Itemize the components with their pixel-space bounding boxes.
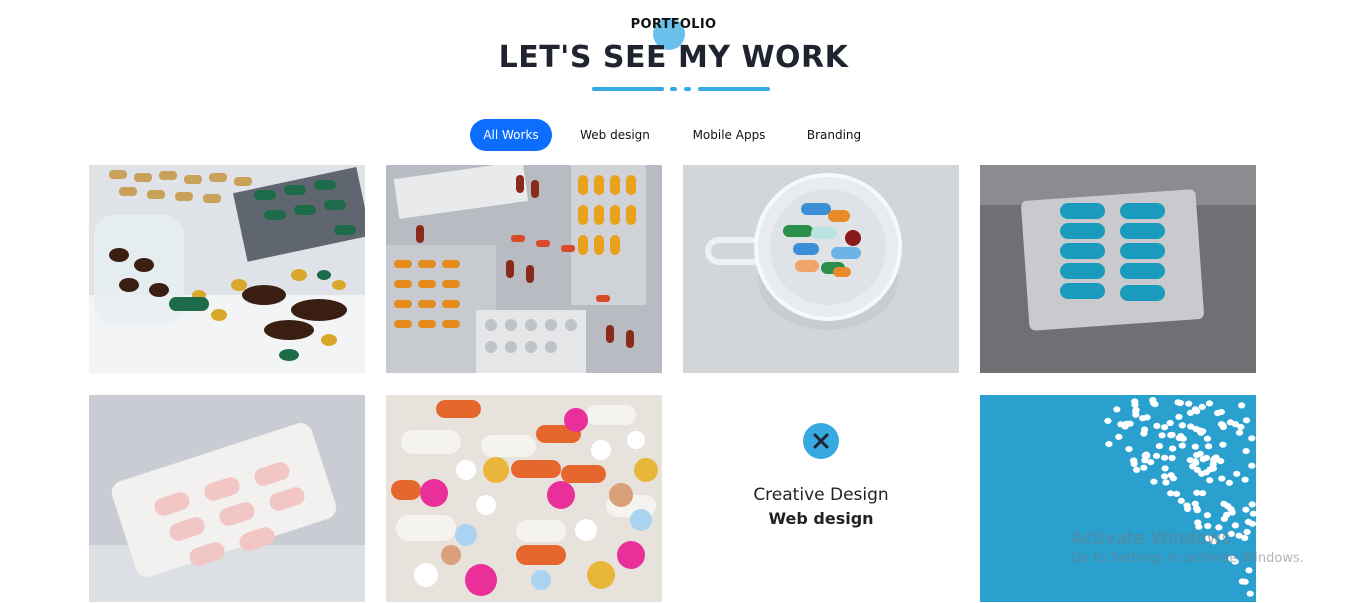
title-underline-bar [698, 87, 770, 91]
portfolio-item-colorful-pills[interactable] [386, 395, 662, 602]
portfolio-item-overlay[interactable]: Creative Design Web design [683, 395, 959, 602]
close-icon-glyph [813, 433, 829, 449]
blister-pile-image [386, 165, 662, 373]
title-underline-dot [684, 87, 691, 91]
portfolio-filter-bar: All Works Web design Mobile Apps Brandin… [0, 119, 1347, 151]
close-icon[interactable] [803, 423, 839, 459]
eyebrow-wrap: PORTFOLIO [0, 14, 1347, 50]
white-pills-blue-image [980, 395, 1256, 602]
portfolio-item-blue-capsules[interactable] [980, 165, 1256, 373]
colorful-pills-image [386, 395, 662, 602]
portfolio-item-glass-cup[interactable] [683, 165, 959, 373]
portfolio-item-pink-blister[interactable] [89, 395, 365, 602]
pill-jar-image [89, 165, 365, 373]
title-underline-bar [592, 87, 664, 91]
overlay-category: Web design [768, 509, 874, 528]
title-underline-dot [670, 87, 677, 91]
blue-capsules-image [980, 165, 1256, 373]
overlay-title: Creative Design [753, 485, 889, 505]
portfolio-item-white-pills-blue[interactable] [980, 395, 1256, 602]
portfolio-item-blister-pile[interactable] [386, 165, 662, 373]
filter-all-works[interactable]: All Works [470, 119, 552, 151]
glass-cup-image [683, 165, 959, 373]
filter-mobile-apps[interactable]: Mobile Apps [682, 119, 776, 151]
section-title: LET'S SEE MY WORK [498, 40, 849, 75]
portfolio-item-pill-jar[interactable] [89, 165, 365, 373]
filter-branding[interactable]: Branding [796, 119, 872, 151]
filter-web-design[interactable]: Web design [570, 119, 660, 151]
pink-blister-image [89, 395, 365, 602]
section-eyebrow: PORTFOLIO [630, 17, 717, 32]
